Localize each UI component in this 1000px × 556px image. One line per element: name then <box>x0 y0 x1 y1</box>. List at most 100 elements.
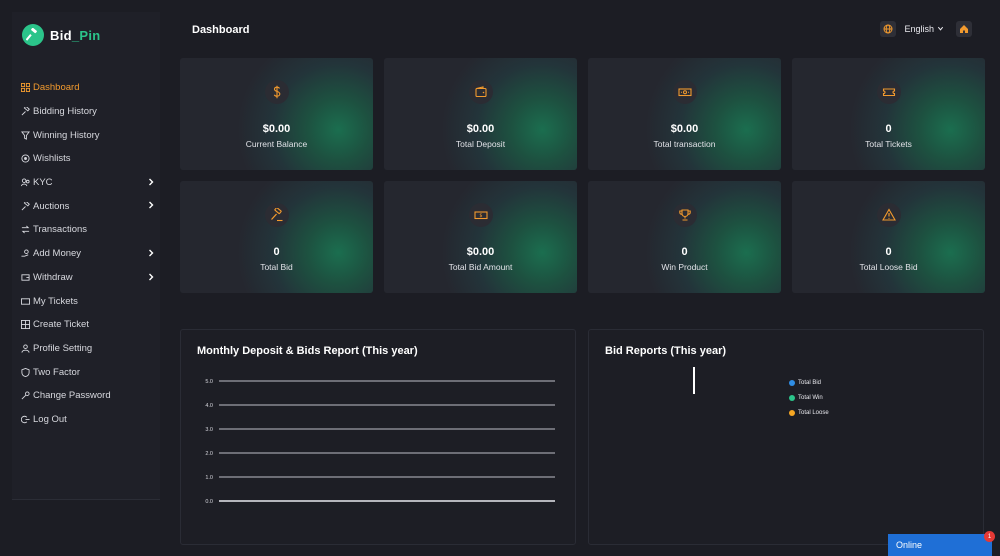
card-value: $0.00 <box>262 123 291 135</box>
chevron-down-icon <box>937 24 944 34</box>
top-bar: Dashboard English <box>180 12 988 48</box>
card-label: Total Loose Bid <box>859 262 918 272</box>
warning-icon <box>876 203 901 227</box>
legend-item-total-win[interactable]: Total Win <box>789 390 829 405</box>
sidebar-item-label: KYC <box>33 177 53 189</box>
y-tick-label: 5.0 <box>205 379 213 385</box>
sidebar-item-bidding-history[interactable]: Bidding History <box>20 100 160 124</box>
monthly-report-panel: Monthly Deposit & Bids Report (This year… <box>180 329 576 545</box>
legend-item-total-bid[interactable]: Total Bid <box>789 375 829 390</box>
home-icon[interactable] <box>956 21 972 37</box>
card-value: $0.00 <box>670 123 699 135</box>
legend-dot <box>789 394 795 401</box>
sidebar-item-wishlists[interactable]: Wishlists <box>20 147 160 171</box>
sidebar-item-label: Withdraw <box>33 271 73 283</box>
globe-icon[interactable] <box>880 21 897 37</box>
card-total-bid-amount: $ $0.00 Total Bid Amount <box>384 181 577 293</box>
card-total-deposit: $0.00 Total Deposit <box>384 58 577 170</box>
sidebar-item-label: Log Out <box>33 413 67 425</box>
sidebar-item-my-tickets[interactable]: My Tickets <box>20 289 160 313</box>
sidebar-item-label: Auctions <box>33 200 70 212</box>
card-label: Current Balance <box>245 139 308 149</box>
card-value: 0 <box>885 246 892 258</box>
chevron-right-icon <box>146 248 156 258</box>
gavel-logo-icon <box>22 24 44 46</box>
legend-label: Total Win <box>798 394 823 401</box>
sidebar-item-two-factor[interactable]: Two Factor <box>20 360 160 384</box>
key-icon <box>20 391 30 401</box>
logout-icon <box>20 414 30 424</box>
card-value: $0.00 <box>466 246 495 258</box>
sidebar-item-label: Bidding History <box>33 106 97 118</box>
legend-item-total-loose[interactable]: Total Loose <box>789 405 829 420</box>
card-label: Total transaction <box>653 139 716 149</box>
sidebar-item-label: Profile Setting <box>33 342 93 354</box>
sidebar-item-dashboard[interactable]: Dashboard <box>20 76 160 100</box>
gavel-icon <box>20 107 30 117</box>
y-tick-label: 3.0 <box>205 427 213 433</box>
shield-icon <box>20 367 30 377</box>
sidebar-nav: Dashboard Bidding History Winning Histor… <box>20 76 160 431</box>
y-tick-label: 4.0 <box>205 403 213 409</box>
dollar-icon <box>264 80 289 104</box>
gavel-icon <box>264 203 289 227</box>
gavel-icon <box>20 201 30 211</box>
sidebar-item-label: Winning History <box>33 129 100 141</box>
card-value: 0 <box>681 246 688 258</box>
brand-logo[interactable]: Bid_Pin <box>22 24 101 46</box>
bid-report-title: Bid Reports (This year) <box>605 345 727 357</box>
legend-label: Total Bid <box>798 379 822 386</box>
sidebar-item-label: Add Money <box>33 248 82 260</box>
chevron-right-icon <box>146 272 156 282</box>
wallet-icon <box>20 272 30 282</box>
card-value: 0 <box>273 246 280 258</box>
brand-name: Bid_Pin <box>50 27 101 43</box>
users-icon <box>20 178 30 188</box>
card-label: Win Product <box>661 262 708 272</box>
chat-notification-badge: 1 <box>984 531 995 542</box>
sidebar-item-label: My Tickets <box>33 295 78 307</box>
sidebar-item-kyc[interactable]: KYC <box>20 171 160 195</box>
top-actions: English <box>880 21 972 37</box>
legend-label: Total Loose <box>798 409 829 416</box>
sidebar-item-winning-history[interactable]: Winning History <box>20 123 160 147</box>
card-total-transaction: $0.00 Total transaction <box>588 58 781 170</box>
language-selector[interactable]: English <box>904 24 944 34</box>
sidebar-item-create-ticket[interactable]: Create Ticket <box>20 313 160 337</box>
chevron-right-icon <box>146 177 156 187</box>
sidebar-item-withdraw[interactable]: Withdraw <box>20 266 160 290</box>
pie-chart-placeholder <box>693 367 695 394</box>
sidebar-item-label: Change Password <box>33 390 111 402</box>
transfer-icon <box>20 225 30 235</box>
sidebar-item-auctions[interactable]: Auctions <box>20 194 160 218</box>
card-win-product: 0 Win Product <box>588 181 781 293</box>
sidebar-item-label: Transactions <box>33 224 88 236</box>
page-title: Dashboard <box>192 24 250 36</box>
hand-coin-icon <box>20 249 30 259</box>
sidebar-item-log-out[interactable]: Log Out <box>20 408 160 432</box>
legend-dot <box>789 379 795 386</box>
online-chat-button[interactable]: Online 1 <box>888 531 995 556</box>
card-total-tickets: 0 Total Tickets <box>792 58 985 170</box>
sidebar-item-label: Wishlists <box>33 153 71 165</box>
sidebar-item-label: Create Ticket <box>33 319 89 331</box>
ticket-icon <box>876 80 901 104</box>
sidebar-item-label: Two Factor <box>33 366 80 378</box>
y-tick-label: 2.0 <box>205 451 213 457</box>
card-total-bid: 0 Total Bid <box>180 181 373 293</box>
card-value: 0 <box>885 123 892 135</box>
sidebar-item-profile-setting[interactable]: Profile Setting <box>20 337 160 361</box>
user-icon <box>20 343 30 353</box>
monthly-line-chart: 5.0 4.0 3.0 2.0 1.0 0.0 <box>205 379 555 505</box>
card-label: Total Bid <box>260 262 293 272</box>
stat-cards: $0.00 Current Balance $0.00 Total Deposi… <box>180 58 985 293</box>
sidebar-item-add-money[interactable]: Add Money <box>20 242 160 266</box>
card-total-loose-bid: 0 Total Loose Bid <box>792 181 985 293</box>
target-icon <box>20 154 30 164</box>
cash-icon: $ <box>468 203 493 227</box>
sidebar-item-change-password[interactable]: Change Password <box>20 384 160 408</box>
money-icon <box>672 80 697 104</box>
sidebar-item-transactions[interactable]: Transactions <box>20 218 160 242</box>
y-tick-label: 0.0 <box>205 499 213 505</box>
sidebar-item-label: Dashboard <box>33 82 80 94</box>
